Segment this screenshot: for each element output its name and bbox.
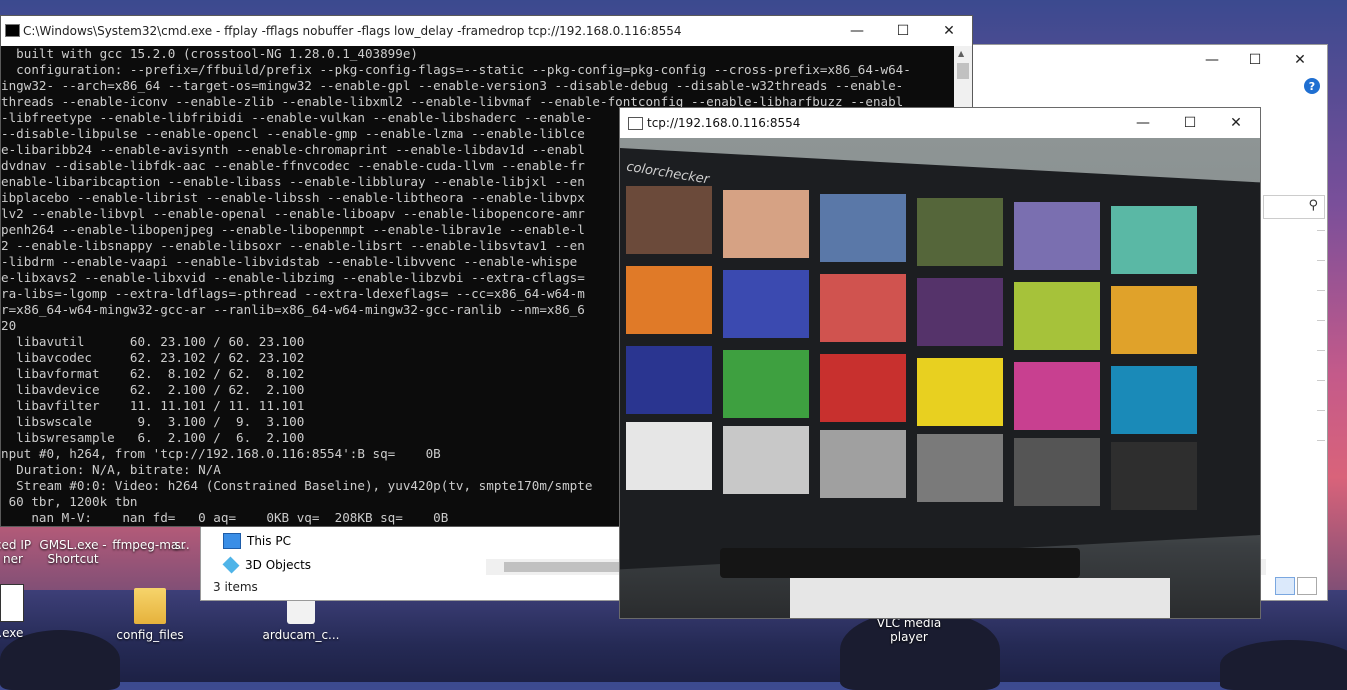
- cmd-titlebar[interactable]: C:\Windows\System32\cmd.exe - ffplay -ff…: [1, 16, 972, 46]
- nav-item-this-pc[interactable]: This PC: [223, 530, 291, 552]
- color-patch: [723, 270, 809, 338]
- desktop-icon-vlc[interactable]: VLC media player: [866, 616, 952, 644]
- ffplay-close-button[interactable]: ✕: [1213, 108, 1259, 138]
- nav-item-label: 3D Objects: [245, 558, 312, 572]
- ffplay-minimize-button[interactable]: —: [1120, 108, 1166, 138]
- cmd-window-title: C:\Windows\System32\cmd.exe - ffplay -ff…: [23, 24, 682, 38]
- explorer-close-button[interactable]: ✕: [1277, 45, 1323, 75]
- color-patch: [723, 350, 809, 418]
- ffplay-maximize-button[interactable]: ☐: [1167, 108, 1213, 138]
- color-patch: [1111, 286, 1197, 354]
- nav-item-3d-objects[interactable]: 3D Objects: [222, 554, 312, 576]
- computer-icon: [223, 533, 241, 549]
- color-patch: [820, 430, 906, 498]
- color-patch: [626, 186, 712, 254]
- color-patch: [1111, 442, 1197, 510]
- cmd-maximize-button[interactable]: ☐: [880, 16, 926, 46]
- view-toggle-group: [1275, 577, 1317, 595]
- color-patch: [1111, 206, 1197, 274]
- console-line: configuration: --prefix=/ffbuild/prefix …: [1, 62, 911, 77]
- color-patch: [723, 426, 809, 494]
- console-line: built with gcc 15.2.0 (crosstool-NG 1.28…: [1, 46, 419, 61]
- color-patch: [917, 198, 1003, 266]
- desktop-icon-config-files[interactable]: config_files: [107, 588, 193, 642]
- desktop-icon-arducam[interactable]: arducam_c...: [258, 594, 344, 642]
- status-bar-item-count: 3 items: [213, 580, 258, 594]
- console-line: ingw32- --arch=x86_64 --target-os=mingw3…: [1, 78, 904, 93]
- colorchecker-chart: colorchecker: [620, 148, 1260, 578]
- search-icon: ⚲: [1308, 198, 1318, 213]
- color-patch: [1014, 362, 1100, 430]
- desktop-icon-label: VLC media player: [876, 616, 942, 644]
- ffplay-window[interactable]: tcp://192.168.0.116:8554 — ☐ ✕ colorchec…: [619, 107, 1261, 619]
- explorer-maximize-button[interactable]: ☐: [1232, 45, 1278, 75]
- desktop-icon-p-exe[interactable]: p.exe: [0, 584, 42, 640]
- help-icon[interactable]: ?: [1304, 78, 1320, 94]
- desktop-icon-gmsl[interactable]: GMSL.exe - Shortcut: [30, 538, 116, 566]
- cube-icon: [222, 556, 240, 574]
- terminal-icon: [5, 24, 20, 37]
- color-patch: [917, 358, 1003, 426]
- color-patch: [723, 190, 809, 258]
- desktop-icon-label: arducam_c...: [262, 628, 340, 642]
- window-icon: [628, 117, 643, 130]
- nav-item-label: This PC: [247, 534, 291, 548]
- color-patch: [820, 354, 906, 422]
- cmd-minimize-button[interactable]: —: [834, 16, 880, 46]
- color-patch: [917, 278, 1003, 346]
- desktop-icon-label: p.exe: [0, 626, 24, 640]
- ffplay-titlebar[interactable]: tcp://192.168.0.116:8554 — ☐ ✕: [620, 108, 1260, 138]
- folder-icon: [134, 588, 166, 624]
- cmd-close-button[interactable]: ✕: [926, 16, 972, 46]
- details-view-button[interactable]: [1275, 577, 1295, 595]
- exe-icon: [0, 584, 24, 622]
- scrollbar-thumb[interactable]: [957, 63, 969, 79]
- table-surface: [790, 578, 1170, 618]
- video-frame[interactable]: colorchecker: [620, 138, 1260, 618]
- large-icons-view-button[interactable]: [1297, 577, 1317, 595]
- color-patch: [626, 346, 712, 414]
- desktop-icon-label: config_files: [116, 628, 184, 642]
- color-patch: [626, 266, 712, 334]
- color-patch: [1014, 202, 1100, 270]
- color-patch: [1111, 366, 1197, 434]
- color-patch: [1014, 438, 1100, 506]
- color-patch: [1014, 282, 1100, 350]
- color-patch: [820, 274, 906, 342]
- explorer-minimize-button[interactable]: —: [1189, 45, 1235, 75]
- color-patch: [626, 422, 712, 490]
- color-patch: [820, 194, 906, 262]
- scroll-up-icon[interactable]: ▲: [958, 49, 964, 58]
- chart-stand: [720, 548, 1080, 578]
- desktop-icon-label: GMSL.exe - Shortcut: [39, 538, 107, 566]
- color-patch: [917, 434, 1003, 502]
- ffplay-window-title: tcp://192.168.0.116:8554: [647, 116, 801, 130]
- search-input[interactable]: ⚲: [1263, 195, 1325, 219]
- colorchecker-brand-text: colorchecker: [625, 159, 711, 188]
- explorer-vertical-scrollbar[interactable]: [1311, 220, 1327, 510]
